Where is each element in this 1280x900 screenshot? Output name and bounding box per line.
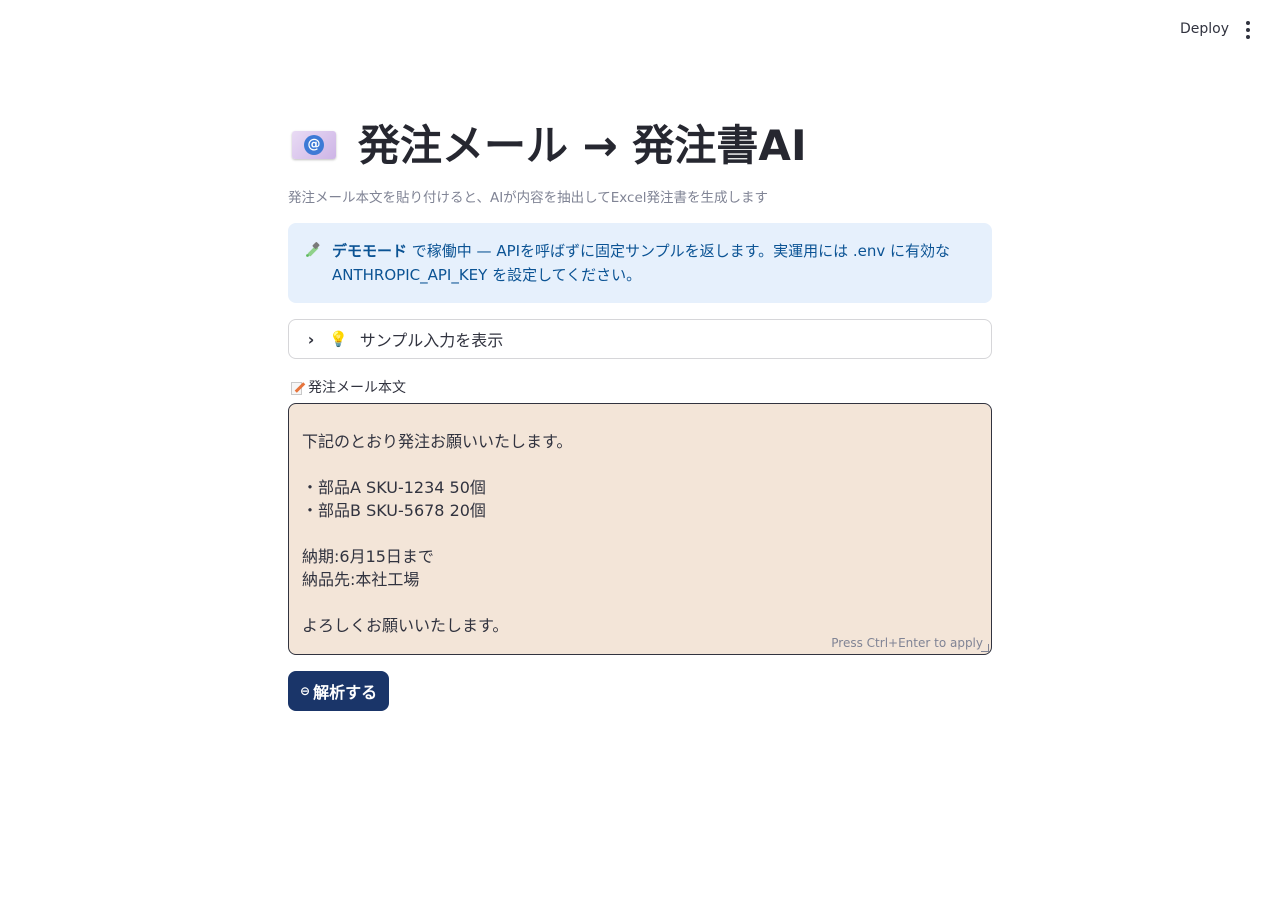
email-body-textarea[interactable]: 下記のとおり発注お願いいたします。 ・部品A SKU-1234 50個 ・部品B…	[288, 403, 992, 655]
demo-mode-label: デモモード	[332, 242, 408, 260]
apply-hint: Press Ctrl+Enter to apply	[831, 636, 983, 650]
title-row: @ 発注メール → 発注書AI	[288, 112, 807, 173]
envelope-icon: @	[288, 123, 340, 163]
resize-handle[interactable]	[981, 644, 989, 652]
dot-icon: ⊖	[300, 684, 311, 698]
test-tube-icon	[306, 242, 320, 257]
page-title: 発注メール → 発注書AI	[358, 121, 807, 170]
page-subtitle: 発注メール本文を貼り付けると、AIが内容を抽出してExcel発注書を生成します	[288, 190, 769, 206]
textarea-label-text: 発注メール本文	[308, 380, 406, 396]
demo-mode-alert: デモモード で稼働中 — APIを呼ばずに固定サンプルを返します。実運用には .…	[288, 223, 992, 303]
analyze-button-label: 解析する	[313, 683, 378, 702]
deploy-button[interactable]: Deploy	[1170, 19, 1239, 39]
demo-mode-text: で稼働中 — APIを呼ばずに固定サンプルを返します。実運用には .env に有…	[332, 242, 951, 284]
sample-input-expander[interactable]: › 💡 サンプル入力を表示	[288, 319, 992, 359]
chevron-right-icon: ›	[307, 329, 315, 349]
top-bar: Deploy	[0, 0, 1280, 60]
analyze-button[interactable]: ⊖ 解析する	[288, 671, 390, 711]
light-bulb-icon: 💡	[329, 330, 348, 348]
textarea-label: 発注メール本文	[290, 377, 406, 397]
email-body-text[interactable]: 下記のとおり発注お願いいたします。 ・部品A SKU-1234 50個 ・部品B…	[289, 404, 991, 654]
expander-label: サンプル入力を表示	[359, 331, 504, 350]
main-menu-icon[interactable]	[1236, 16, 1260, 44]
memo-icon	[290, 380, 306, 395]
